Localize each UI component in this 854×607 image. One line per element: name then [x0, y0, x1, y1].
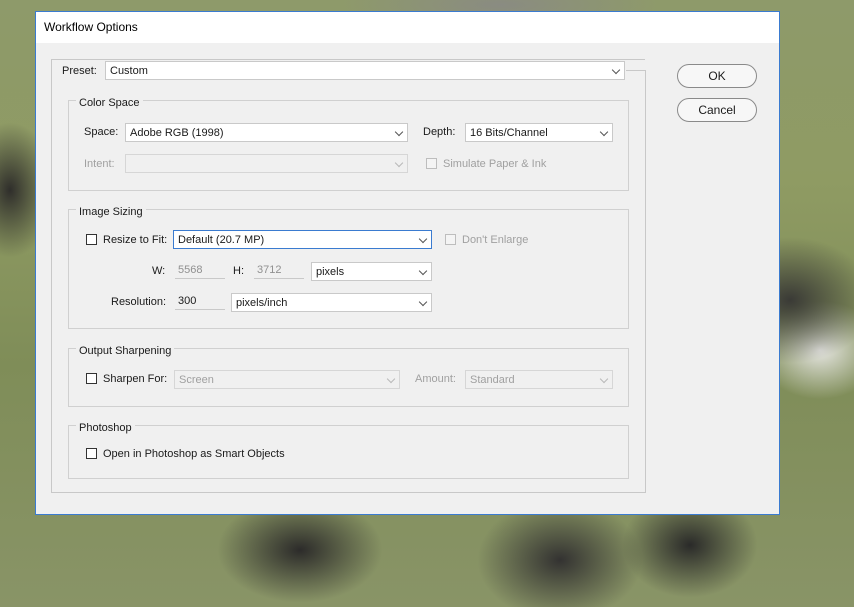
color-space-title: Color Space [76, 97, 143, 109]
chevron-down-icon [611, 65, 621, 75]
ok-button[interactable]: OK [677, 64, 757, 88]
resolution-label: Resolution: [111, 296, 167, 308]
preset-frame-edge-top [626, 70, 646, 71]
simulate-paper-checkbox[interactable] [426, 158, 437, 169]
chevron-down-icon [418, 297, 428, 307]
photoshop-title: Photoshop [76, 422, 135, 434]
window-title: Workflow Options [44, 20, 138, 34]
simulate-paper-label: Simulate Paper & Ink [443, 158, 547, 170]
workflow-options-dialog: Workflow Options Preset: Custom OK Cance… [35, 11, 780, 515]
preset-label: Preset: [62, 65, 99, 77]
chevron-down-icon [386, 374, 396, 384]
space-label: Space: [84, 126, 119, 138]
height-field[interactable]: 3712 [254, 262, 304, 279]
space-value: Adobe RGB (1998) [130, 127, 224, 139]
preset-frame-edge [645, 70, 646, 493]
depth-select[interactable]: 16 Bits/Channel [465, 123, 613, 142]
resolution-value: 300 [178, 295, 197, 307]
sharpen-for-value: Screen [179, 374, 214, 386]
output-sharpening-title: Output Sharpening [76, 345, 175, 357]
resolution-unit-select[interactable]: pixels/inch [231, 293, 432, 312]
resize-to-fit-label: Resize to Fit: [103, 234, 168, 246]
chevron-down-icon [599, 374, 609, 384]
height-value: 3712 [257, 264, 282, 276]
chevron-down-icon [418, 234, 428, 244]
smart-objects-label: Open in Photoshop as Smart Objects [103, 448, 285, 460]
resize-to-fit-checkbox[interactable] [86, 234, 97, 245]
dont-enlarge-checkbox[interactable] [445, 234, 456, 245]
resize-to-fit-select[interactable]: Default (20.7 MP) [173, 230, 432, 249]
chevron-down-icon [394, 158, 404, 168]
space-select[interactable]: Adobe RGB (1998) [125, 123, 408, 142]
sharpen-for-checkbox[interactable] [86, 373, 97, 384]
preset-select[interactable]: Custom [105, 61, 625, 80]
sharpen-for-select[interactable]: Screen [174, 370, 400, 389]
chevron-down-icon [394, 127, 404, 137]
sharpen-for-label: Sharpen For: [103, 373, 168, 385]
color-space-group [68, 100, 629, 191]
dont-enlarge-label: Don't Enlarge [462, 234, 529, 246]
width-field[interactable]: 5568 [175, 262, 225, 279]
dimension-unit-value: pixels [316, 266, 345, 278]
cancel-button[interactable]: Cancel [677, 98, 757, 122]
resize-to-fit-value: Default (20.7 MP) [178, 234, 265, 246]
chevron-down-icon [418, 266, 428, 276]
amount-value: Standard [470, 374, 515, 386]
resolution-field[interactable]: 300 [175, 293, 225, 310]
amount-label: Amount: [415, 373, 456, 385]
depth-label: Depth: [423, 126, 456, 138]
chevron-down-icon [599, 127, 609, 137]
smart-objects-checkbox[interactable] [86, 448, 97, 459]
depth-value: 16 Bits/Channel [470, 127, 548, 139]
resolution-unit-value: pixels/inch [236, 297, 288, 309]
width-value: 5568 [178, 264, 203, 276]
amount-select[interactable]: Standard [465, 370, 613, 389]
intent-label: Intent: [84, 158, 115, 170]
title-bar[interactable]: Workflow Options [36, 12, 779, 43]
intent-select[interactable] [125, 154, 408, 173]
height-label: H: [233, 265, 244, 277]
preset-value: Custom [110, 65, 148, 77]
width-label: W: [152, 265, 166, 277]
image-sizing-title: Image Sizing [76, 206, 146, 218]
dimension-unit-select[interactable]: pixels [311, 262, 432, 281]
